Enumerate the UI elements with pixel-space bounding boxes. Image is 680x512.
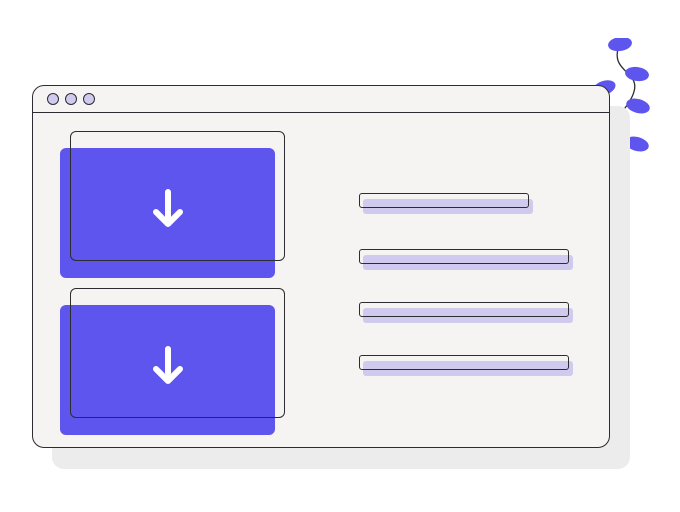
- list-item-4[interactable]: [359, 355, 569, 370]
- browser-window: [32, 85, 610, 448]
- list-item-3[interactable]: [359, 302, 569, 317]
- list-item-1[interactable]: [359, 193, 529, 208]
- window-control-close[interactable]: [47, 93, 59, 105]
- download-panel-2-outline: [70, 288, 285, 418]
- download-panel-1-outline: [70, 131, 285, 261]
- titlebar: [33, 86, 609, 113]
- window-control-minimize[interactable]: [65, 93, 77, 105]
- list-item-2[interactable]: [359, 249, 569, 264]
- window-content: [33, 113, 609, 448]
- window-control-zoom[interactable]: [83, 93, 95, 105]
